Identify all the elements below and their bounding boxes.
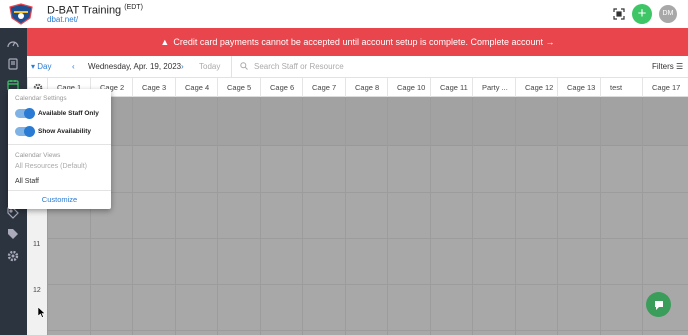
all-day-row[interactable] — [27, 97, 688, 146]
book-icon[interactable] — [6, 57, 20, 71]
view-select[interactable]: ▾ Day — [31, 62, 51, 71]
column-header[interactable]: Cage 8 — [345, 78, 387, 97]
top-bar: D-BAT Training (EDT) dbat.net/ + DM — [0, 0, 688, 28]
column-divider — [260, 97, 261, 335]
calendar-settings-dropdown: Calendar Settings Available Staff Only S… — [8, 89, 111, 209]
show-availability-label: Show Availability — [38, 128, 91, 135]
calendar-grid[interactable]: 11 12 — [27, 97, 688, 335]
column-divider — [472, 97, 473, 335]
available-staff-label: Available Staff Only — [38, 110, 99, 117]
hour-line — [47, 284, 688, 285]
column-divider — [387, 97, 388, 335]
available-staff-toggle[interactable] — [15, 108, 35, 119]
view-option-all-resources[interactable]: All Resources (Default) — [15, 163, 87, 170]
next-day-button[interactable]: › — [181, 62, 184, 71]
divider — [8, 144, 111, 145]
column-header[interactable]: Cage 6 — [260, 78, 302, 97]
mouse-cursor-icon — [37, 305, 46, 318]
warning-icon: ▲ — [160, 37, 170, 47]
column-divider — [302, 97, 303, 335]
dashboard-icon[interactable] — [6, 37, 20, 51]
column-divider — [175, 97, 176, 335]
column-divider — [217, 97, 218, 335]
column-header[interactable]: Cage 3 — [132, 78, 175, 97]
filters-label: Filters — [652, 62, 674, 71]
hour-line — [47, 238, 688, 239]
column-divider — [600, 97, 601, 335]
chevron-down-icon: ▾ — [31, 62, 36, 71]
column-header[interactable]: test — [600, 78, 642, 97]
hour-label: 11 — [33, 241, 41, 248]
column-divider — [345, 97, 346, 335]
hour-line — [47, 192, 688, 193]
hour-line — [47, 330, 688, 331]
tags-icon[interactable] — [6, 227, 20, 241]
column-header[interactable]: Cage 11 — [430, 78, 472, 97]
hour-label: 12 — [33, 287, 41, 294]
column-header[interactable]: Party ... — [472, 78, 515, 97]
view-option-all-staff[interactable]: All Staff — [15, 178, 39, 185]
divider — [8, 190, 111, 191]
calendar-toolbar: ▾ Day ‹ Wednesday, Apr. 19, 2023 › Today… — [27, 56, 688, 78]
expand-icon[interactable] — [611, 6, 627, 22]
column-header[interactable]: Cage 4 — [175, 78, 217, 97]
timezone-label: (EDT) — [124, 4, 143, 11]
account-alert-banner[interactable]: ▲ Credit card payments cannot be accepte… — [27, 28, 688, 56]
customize-button[interactable]: Customize — [8, 195, 111, 204]
search-icon — [240, 62, 248, 72]
column-header[interactable]: Cage 7 — [302, 78, 345, 97]
filters-button[interactable]: Filters ☰ — [652, 62, 683, 71]
views-heading: Calendar Views — [15, 152, 61, 159]
column-header[interactable]: Cage 12 — [515, 78, 557, 97]
prev-day-button[interactable]: ‹ — [72, 62, 75, 71]
help-chat-button[interactable] — [646, 292, 671, 317]
column-header[interactable]: Cage 17 — [642, 78, 688, 97]
today-button[interactable]: Today — [199, 62, 220, 71]
column-header[interactable]: Cage 10 — [387, 78, 430, 97]
dbat-logo[interactable] — [7, 3, 35, 25]
column-header[interactable]: Cage 5 — [217, 78, 260, 97]
gear-icon[interactable] — [6, 249, 20, 263]
column-divider — [132, 97, 133, 335]
column-divider — [430, 97, 431, 335]
resource-column-headers: Cage 1 Cage 2 Cage 3 Cage 4 Cage 5 Cage … — [27, 78, 688, 97]
current-date[interactable]: Wednesday, Apr. 19, 2023 — [88, 62, 181, 71]
column-divider — [557, 97, 558, 335]
show-availability-toggle[interactable] — [15, 126, 35, 137]
add-button[interactable]: + — [632, 4, 652, 24]
filter-icon: ☰ — [676, 62, 684, 71]
settings-heading: Calendar Settings — [15, 95, 67, 102]
column-divider — [515, 97, 516, 335]
column-divider — [642, 97, 643, 335]
app-url-link[interactable]: dbat.net/ — [47, 15, 78, 24]
column-header[interactable]: Cage 13 — [557, 78, 600, 97]
avatar[interactable]: DM — [659, 5, 677, 23]
search-input[interactable]: Search Staff or Resource — [231, 56, 641, 77]
alert-message[interactable]: Credit card payments cannot be accepted … — [173, 37, 554, 47]
search-placeholder: Search Staff or Resource — [254, 62, 344, 71]
view-label: Day — [37, 62, 52, 71]
